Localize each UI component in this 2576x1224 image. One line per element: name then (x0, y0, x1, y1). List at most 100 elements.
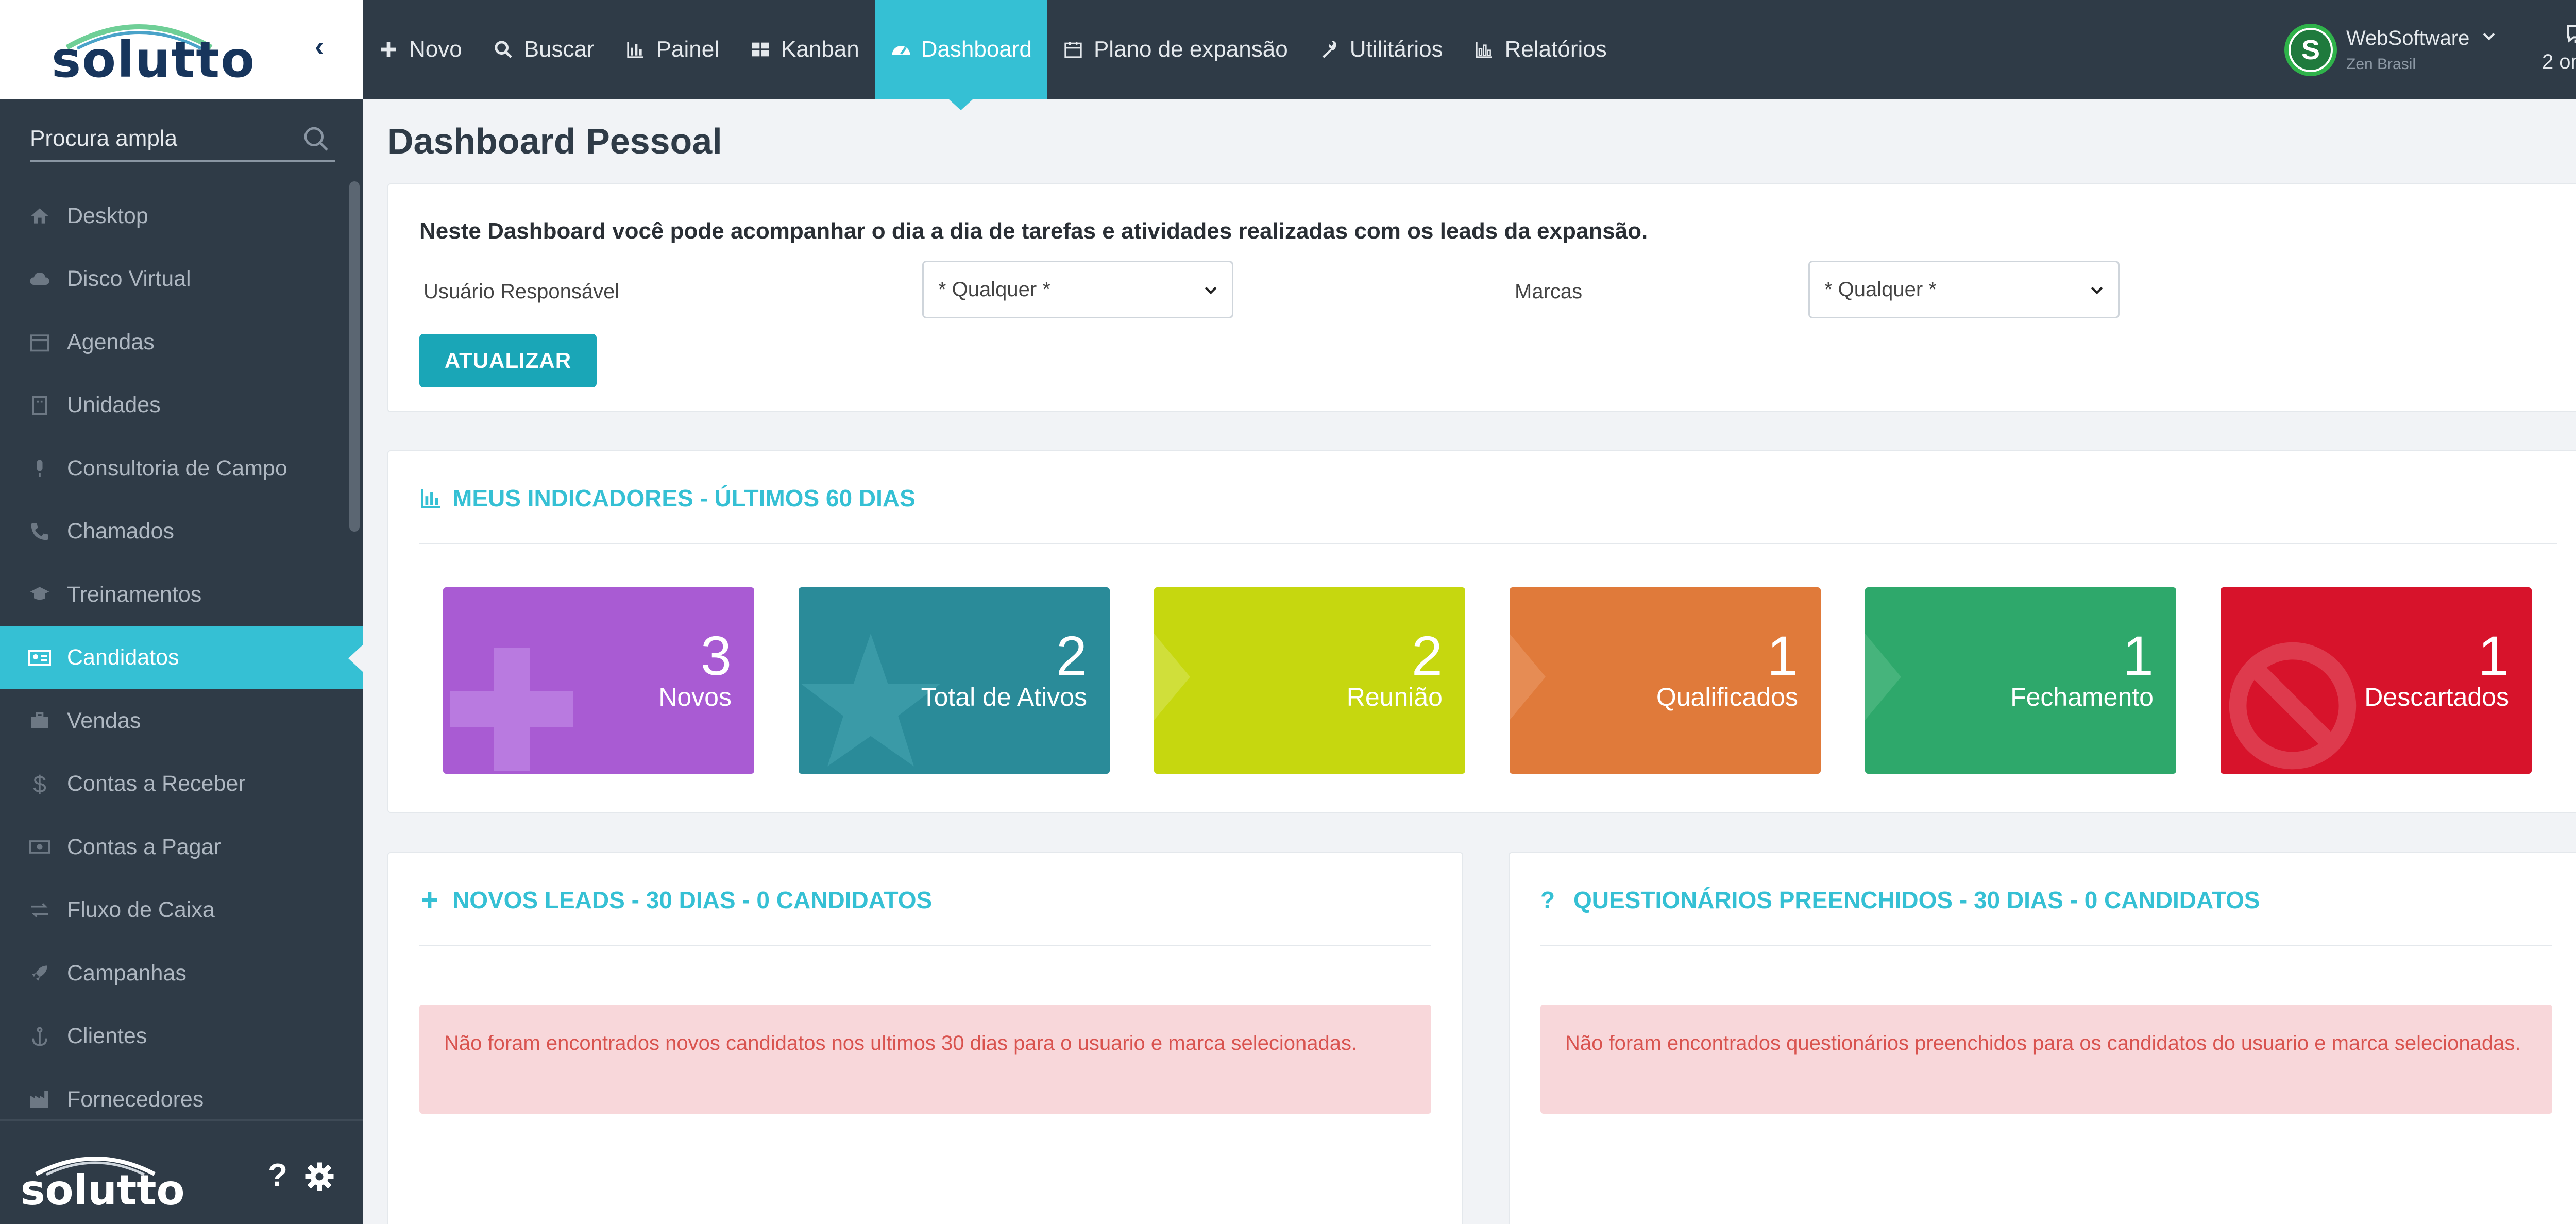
nav-label: Dashboard (921, 37, 1032, 62)
nav-label: Utilitários (1349, 37, 1443, 62)
tile-label: Total de Ativos (921, 683, 1087, 711)
sidebar-item-clientes[interactable]: Clientes (0, 1005, 363, 1068)
user-org: Zen Brasil (2346, 56, 2416, 73)
dashboard-icon (890, 38, 914, 61)
nav-kanban[interactable]: Kanban (735, 0, 875, 99)
sidebar-item-desktop[interactable]: Desktop (0, 184, 363, 248)
brand-select-value: * Qualquer * (1824, 278, 1937, 301)
sidebar-search (30, 115, 335, 162)
nav-painel[interactable]: Painel (610, 0, 735, 99)
question-icon: ? (1540, 887, 1555, 913)
user-menu[interactable]: S WebSoftware Zen Brasil (2284, 22, 2501, 78)
help-icon[interactable]: ? (268, 1157, 287, 1194)
sidebar-item-label: Consultoria de Campo (67, 455, 287, 481)
nav-utilitarios[interactable]: Utilitários (1303, 0, 1459, 99)
sidebar-item-contas-pagar[interactable]: Contas a Pagar (0, 815, 363, 879)
gear-icon[interactable] (304, 1161, 335, 1192)
search-icon[interactable] (302, 125, 331, 154)
chevron-down-icon (2483, 32, 2495, 41)
chevron-down-icon (2091, 286, 2103, 295)
user-name: WebSoftware (2346, 27, 2470, 49)
sidebar-item-unidades[interactable]: Unidades (0, 374, 363, 437)
plus-icon (419, 887, 445, 913)
anchor-icon (26, 1023, 54, 1050)
nav-plano-expansao[interactable]: Plano de expansão (1047, 0, 1303, 99)
nav-buscar[interactable]: Buscar (478, 0, 610, 99)
new-leads-title: NOVOS LEADS - 30 DIAS - 0 CANDIDATOS (419, 886, 932, 914)
tile-label: Fechamento (2010, 683, 2154, 711)
plus-icon (378, 38, 402, 61)
sidebar-item-treinamentos[interactable]: Treinamentos (0, 563, 363, 626)
online-count: 2 online (2541, 50, 2576, 73)
online-users[interactable]: 2 online (2527, 23, 2576, 79)
nav-label: Painel (656, 37, 719, 62)
id-card-icon (26, 644, 54, 672)
avatar-initial: S (2291, 30, 2331, 70)
nav-dashboard[interactable]: Dashboard (874, 0, 1047, 110)
search-input[interactable] (30, 121, 298, 157)
nav-novo[interactable]: Novo (363, 0, 478, 99)
grid-icon (750, 38, 774, 61)
sidebar-item-label: Clientes (67, 1024, 147, 1049)
tile-value: 1 (1767, 624, 1798, 687)
user-select[interactable]: * Qualquer * (922, 261, 1233, 318)
sidebar-item-contas-receber[interactable]: $ Contas a Receber (0, 753, 363, 816)
sidebar-item-label: Fluxo de Caixa (67, 897, 215, 923)
sidebar-item-vendas[interactable]: Vendas (0, 689, 363, 753)
questionnaires-title-text: QUESTIONÁRIOS PREENCHIDOS - 30 DIAS - 0 … (1573, 887, 2260, 913)
sidebar-item-label: Campanhas (67, 960, 187, 985)
divider (1540, 945, 2552, 946)
tile-descartados[interactable]: 1 Descartados (2221, 587, 2532, 774)
sidebar-item-disco-virtual[interactable]: Disco Virtual (0, 248, 363, 311)
page-title: Dashboard Pessoal (387, 121, 722, 161)
tile-value: 2 (1056, 624, 1087, 687)
sidebar-item-consultoria[interactable]: Consultoria de Campo (0, 437, 363, 500)
top-navbar: Novo Buscar Painel Kanban Dashboard Plan… (363, 0, 2576, 110)
sidebar-item-label: Contas a Receber (67, 771, 246, 796)
money-icon (26, 833, 54, 861)
dollar-icon: $ (33, 770, 46, 797)
rocket-icon (26, 959, 54, 987)
update-button[interactable]: ATUALIZAR (419, 334, 597, 387)
calendar-icon (26, 328, 54, 356)
ban-icon (2229, 642, 2357, 770)
logo[interactable]: solutto (52, 31, 256, 89)
nav-relatorios[interactable]: Relatórios (1459, 0, 1622, 99)
chevron-right-icon (1510, 634, 1546, 720)
indicators-title: MEUS INDICADORES - ÚLTIMOS 60 DIAS (419, 484, 916, 512)
top-nav: Novo Buscar Painel Kanban Dashboard Plan… (363, 0, 1622, 110)
phone-icon (26, 518, 54, 546)
tile-qualificados[interactable]: 1 Qualificados (1510, 587, 1821, 774)
search-icon (493, 38, 517, 61)
sidebar-item-agendas[interactable]: Agendas (0, 311, 363, 374)
tile-total-ativos[interactable]: 2 Total de Ativos (799, 587, 1110, 774)
plus-icon (450, 648, 573, 771)
questionnaires-alert: Não foram encontrados questionários pree… (1540, 1005, 2552, 1114)
tile-label: Reunião (1346, 683, 1443, 711)
industry-icon (26, 1085, 54, 1113)
avatar: S (2284, 24, 2337, 76)
brand-select[interactable]: * Qualquer * (1808, 261, 2120, 318)
bar-chart-icon (419, 485, 445, 511)
sidebar-item-chamados[interactable]: Chamados (0, 500, 363, 564)
cloud-icon (26, 265, 54, 293)
tile-novos[interactable]: 3 Novos (443, 587, 754, 774)
chevron-down-icon (1205, 286, 1217, 295)
sidebar-scrollbar[interactable] (349, 181, 360, 532)
nav-label: Kanban (781, 37, 859, 62)
tile-reuniao[interactable]: 2 Reunião (1154, 587, 1465, 774)
main-content: Dashboard Pessoal Neste Dashboard você p… (363, 99, 2576, 1224)
sidebar-footer: solutto ? (0, 1119, 363, 1224)
sidebar-item-fluxo-caixa[interactable]: Fluxo de Caixa (0, 879, 363, 942)
calendar-icon (1063, 38, 1087, 61)
nav-label: Plano de expansão (1093, 37, 1288, 62)
sidebar-item-label: Treinamentos (67, 582, 202, 607)
collapse-sidebar-icon[interactable]: ‹ (309, 31, 330, 62)
new-leads-card: NOVOS LEADS - 30 DIAS - 0 CANDIDATOS Não… (387, 852, 1463, 1224)
sidebar: solutto ‹ Desktop Disco Virtual Agendas … (0, 0, 363, 1224)
building-icon (26, 392, 54, 419)
tile-fechamento[interactable]: 1 Fechamento (1865, 587, 2176, 774)
sidebar-item-candidatos[interactable]: Candidatos (0, 626, 363, 689)
chat-icon (2567, 25, 2576, 43)
sidebar-item-campanhas[interactable]: Campanhas (0, 942, 363, 1005)
